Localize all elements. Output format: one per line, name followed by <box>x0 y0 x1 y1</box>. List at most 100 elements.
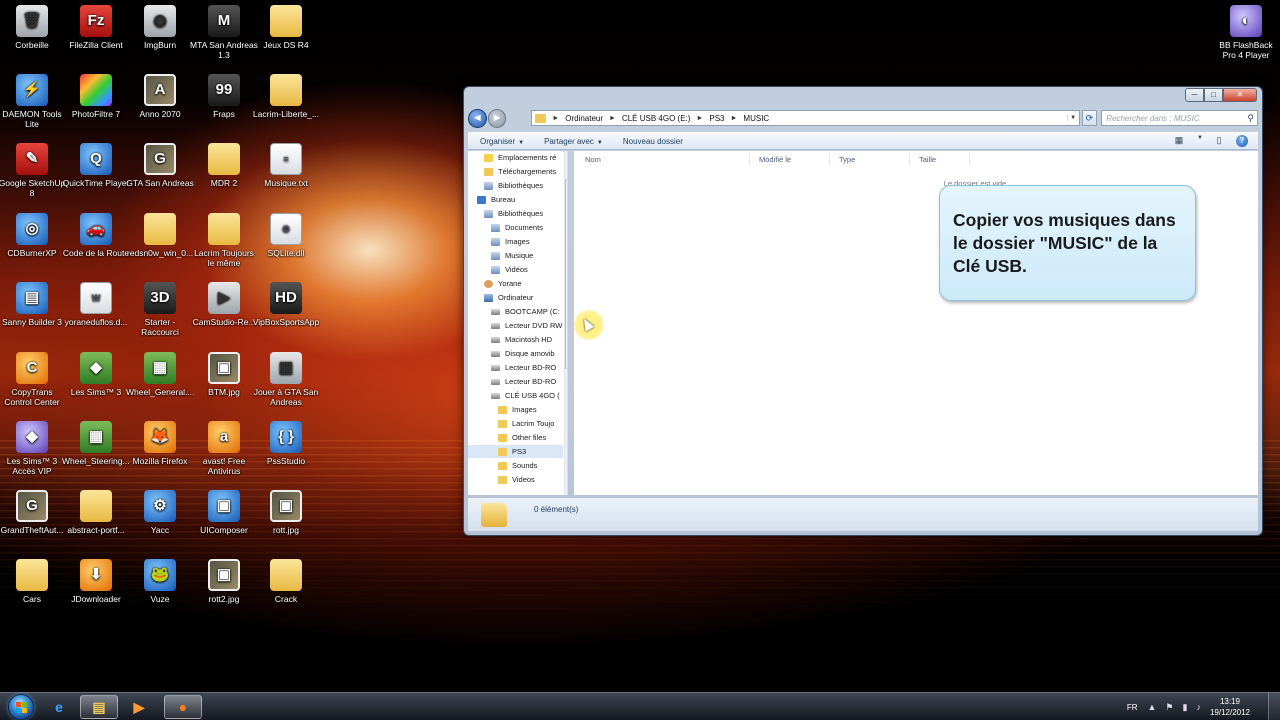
network-icon[interactable]: ▮ <box>1183 702 1188 713</box>
tree-item[interactable]: Images <box>468 403 563 416</box>
tree-item[interactable]: Lecteur BD-RO <box>468 361 563 374</box>
desktop-icon[interactable]: ▣ BTM.jpg <box>190 352 258 397</box>
tree-item[interactable]: Bibliothèques <box>468 179 563 192</box>
desktop-icon[interactable]: ≡ Musique.txt <box>252 143 320 188</box>
desktop-icon[interactable]: G GrandTheftAut... <box>0 490 66 535</box>
desktop-icon[interactable]: A Anno 2070 <box>126 74 194 119</box>
tree-item[interactable]: Ordinateur <box>468 291 563 304</box>
breadcrumb-ps3[interactable]: PS3 <box>709 114 724 123</box>
address-dropdown-icon[interactable]: ▼ <box>1066 115 1079 121</box>
address-bar[interactable]: ► Ordinateur ► CLÉ USB 4GO (E:) ► PS3 ► … <box>531 110 1080 126</box>
start-button[interactable] <box>8 694 34 720</box>
search-input[interactable]: Rechercher dans : MUSIC ⚲ <box>1101 110 1258 126</box>
language-indicator[interactable]: FR <box>1127 703 1138 712</box>
refresh-button[interactable]: ⟳ <box>1081 110 1098 126</box>
desktop-icon[interactable]: redsn0w_win_0... <box>126 213 194 258</box>
desktop-icon[interactable]: ▣ rott2.jpg <box>190 559 258 604</box>
desktop-icon[interactable]: Q QuickTime Player <box>62 143 130 188</box>
forward-button[interactable]: ► <box>487 108 507 128</box>
desktop-icon[interactable]: a avast! Free Antivirus <box>190 421 258 476</box>
preview-pane-icon[interactable]: ▯ <box>1212 135 1226 147</box>
desktop-icon[interactable]: 🐸 Vuze <box>126 559 194 604</box>
desktop-icon[interactable]: abstract-portf... <box>62 490 130 535</box>
chevron-down-icon[interactable]: ▼ <box>1196 135 1204 147</box>
clock[interactable]: 13:19 19/12/2012 <box>1210 696 1250 718</box>
desktop-icon[interactable]: ◆ Les Sims™ 3 Accès VIP <box>0 421 66 476</box>
tree-item[interactable]: Lecteur DVD RW <box>468 319 563 332</box>
desktop-icon[interactable]: ◎ CDBurnerXP <box>0 213 66 258</box>
desktop-icon[interactable]: G GTA San Andreas <box>126 143 194 188</box>
desktop-icon[interactable]: ◐ BB FlashBack Pro 4 Player <box>1212 5 1280 60</box>
column-header-name[interactable]: Nom <box>585 155 601 164</box>
desktop-icon[interactable]: ▦ Wheel_General.... <box>126 352 194 397</box>
desktop-icon[interactable]: 99 Fraps <box>190 74 258 119</box>
desktop-icon[interactable]: Fz FileZilla Client <box>62 5 130 50</box>
tree-item[interactable]: Lacrim Toujo <box>468 417 563 430</box>
tree-item[interactable]: Musique <box>468 249 563 262</box>
desktop-icon[interactable]: Jeux DS R4 <box>252 5 320 50</box>
desktop-icon[interactable]: ▣ UIComposer <box>190 490 258 535</box>
volume-icon[interactable]: ♪ <box>1196 702 1201 712</box>
breadcrumb-computer[interactable]: Ordinateur <box>565 114 603 123</box>
desktop-icon[interactable]: Lacrim-Liberte_... <box>252 74 320 119</box>
change-view-icon[interactable]: ▦ <box>1172 135 1186 147</box>
share-with-button[interactable]: Partager avec ▼ <box>544 137 603 146</box>
desktop-icon[interactable]: Wyoraneduflos.d... <box>62 282 130 327</box>
minimize-button[interactable]: ─ <box>1185 88 1204 102</box>
desktop-icon[interactable]: ⚡ DAEMON Tools Lite <box>0 74 66 129</box>
taskbar-firefox-button[interactable]: ● <box>164 695 202 719</box>
close-button[interactable]: ✕ <box>1223 88 1257 102</box>
column-header-size[interactable]: Taille <box>919 155 936 164</box>
show-desktop-button[interactable] <box>1268 693 1280 720</box>
desktop-icon[interactable]: ⬇ JDownloader <box>62 559 130 604</box>
tree-item[interactable]: Macintosh HD <box>468 333 563 346</box>
scroll-up-icon[interactable]: ▲ <box>565 152 567 158</box>
tree-item[interactable]: BOOTCAMP (C: <box>468 305 563 318</box>
desktop-icon[interactable]: ▦ Jouer à GTA San Andreas <box>252 352 320 407</box>
desktop-icon[interactable]: MDR 2 <box>190 143 258 188</box>
taskbar-ie-button[interactable]: e <box>40 695 78 719</box>
tree-item[interactable]: Vidéos <box>468 263 563 276</box>
scroll-down-icon[interactable]: ▼ <box>565 488 567 494</box>
new-folder-button[interactable]: Nouveau dossier <box>623 137 683 146</box>
desktop-icon[interactable]: ▣ rott.jpg <box>252 490 320 535</box>
tree-item[interactable]: Sounds <box>468 459 563 472</box>
tree-item[interactable]: Documents <box>468 221 563 234</box>
desktop-icon[interactable]: ⚙ Yacc <box>126 490 194 535</box>
maximize-button[interactable]: □ <box>1204 88 1223 102</box>
desktop-icon[interactable]: ✎ Google SketchUp 8 <box>0 143 66 198</box>
desktop-icon[interactable]: 🦊 Mozilla Firefox <box>126 421 194 466</box>
desktop-icon[interactable]: ◆ Les Sims™ 3 <box>62 352 130 397</box>
desktop-icon[interactable]: ◉ ImgBurn <box>126 5 194 50</box>
desktop-icon[interactable]: { } PssStudio <box>252 421 320 466</box>
desktop-icon[interactable]: 3D Starter - Raccourci <box>126 282 194 337</box>
tree-item[interactable]: Bibliothèques <box>468 207 563 220</box>
tree-item[interactable]: PS3 <box>468 445 563 458</box>
navigation-pane[interactable]: Emplacements ré Téléchargements Bibliothèq… <box>468 151 568 495</box>
desktop-icon[interactable]: ▶ CamStudio-Re... <box>190 282 258 327</box>
desktop-icon[interactable]: 🚗 Code de la Route <box>62 213 130 258</box>
breadcrumb-music[interactable]: MUSIC <box>743 114 769 123</box>
desktop-icon[interactable]: ⚙ SQLite.dll <box>252 213 320 258</box>
tree-item[interactable]: Yorane <box>468 277 563 290</box>
breadcrumb-usb-drive[interactable]: CLÉ USB 4GO (E:) <box>622 114 690 123</box>
tree-item[interactable]: Lecteur BD-RO <box>468 375 563 388</box>
tree-item[interactable]: Videos <box>468 473 563 486</box>
tree-item[interactable]: Other files <box>468 431 563 444</box>
help-icon[interactable]: ? <box>1236 135 1248 147</box>
desktop-icon[interactable]: Crack <box>252 559 320 604</box>
tree-item[interactable]: Bureau <box>468 193 563 206</box>
show-hidden-icons-icon[interactable]: ▲ <box>1148 702 1157 712</box>
tree-item[interactable]: CLÉ USB 4GO ( <box>468 389 563 402</box>
taskbar-media-player-button[interactable]: ▶ <box>120 695 158 719</box>
tree-item[interactable]: Emplacements ré <box>468 151 563 164</box>
desktop-icon[interactable]: PhotoFiltre 7 <box>62 74 130 119</box>
action-center-icon[interactable]: ⚑ <box>1165 702 1173 713</box>
search-icon[interactable]: ⚲ <box>1247 113 1254 124</box>
tree-item[interactable]: Disque amovib <box>468 347 563 360</box>
desktop-icon[interactable]: Lacrim Toujours le même <box>190 213 258 268</box>
back-button[interactable]: ◄ <box>468 108 487 128</box>
nav-pane-scrollbar[interactable]: ▲ ▼ <box>564 151 567 495</box>
desktop-icon[interactable]: ▦ Wheel_Steering.... <box>62 421 130 466</box>
desktop-icon[interactable]: Cars <box>0 559 66 604</box>
